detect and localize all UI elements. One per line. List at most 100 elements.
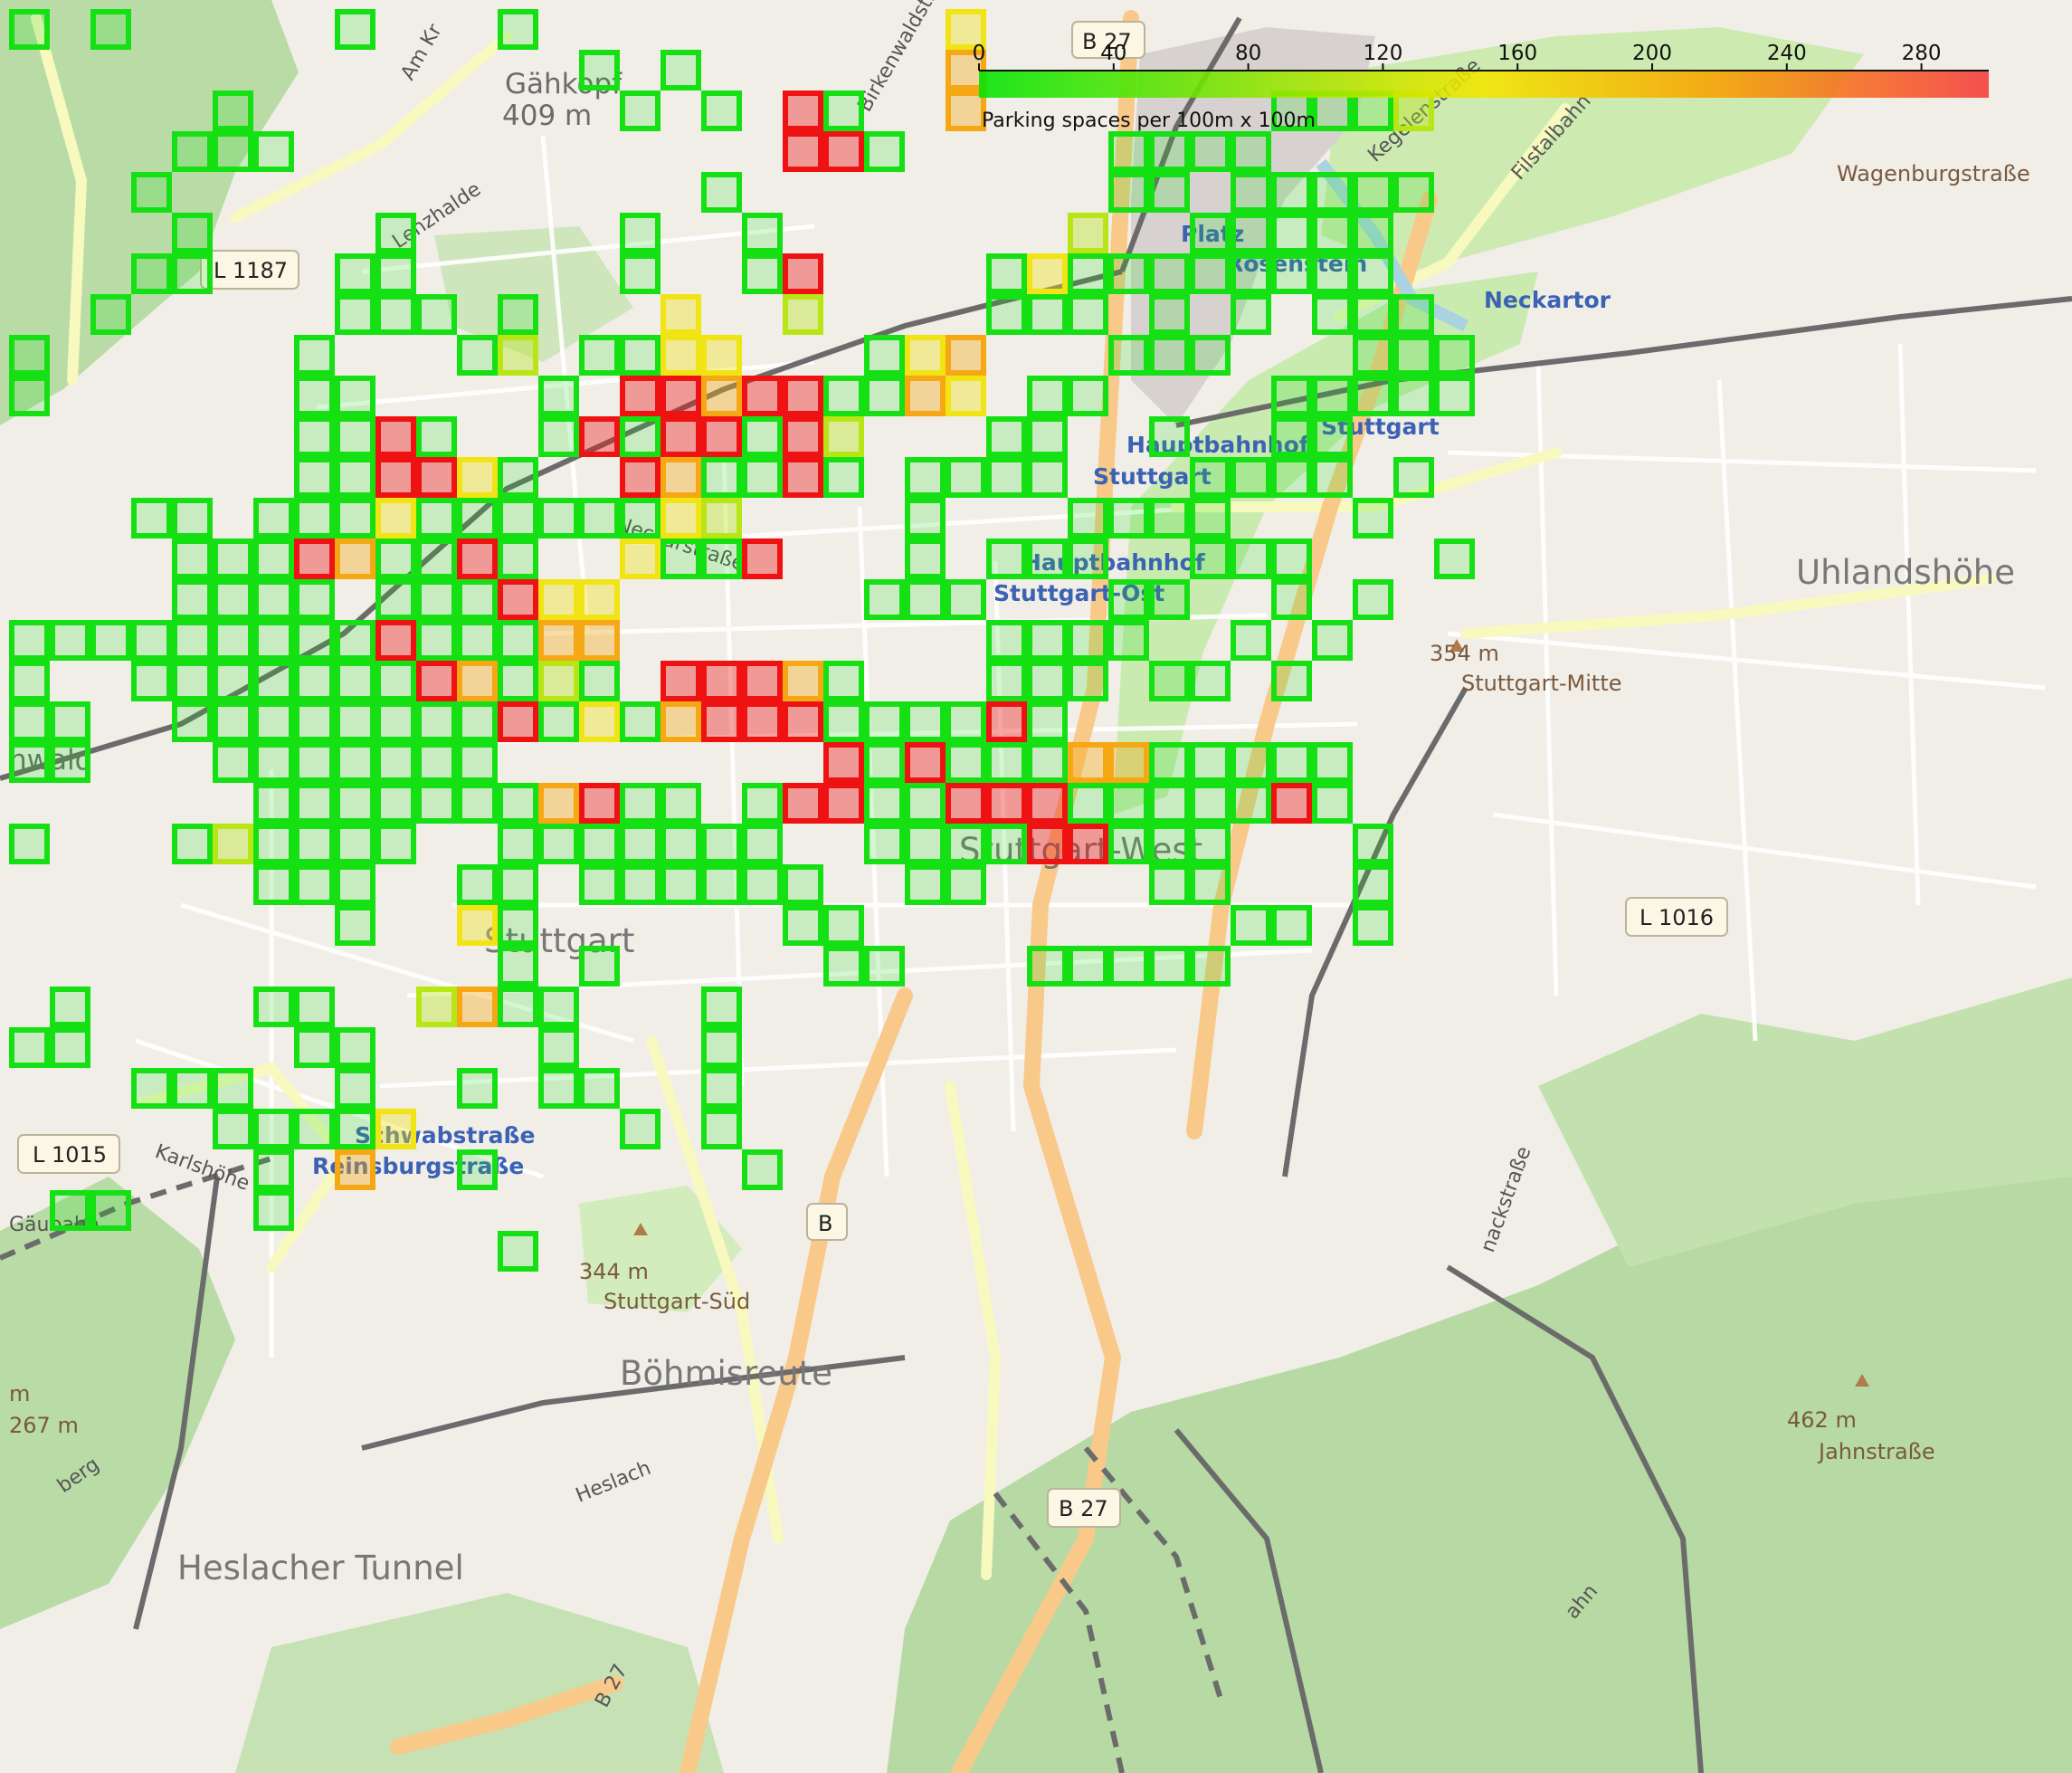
parking-cell-g	[946, 701, 986, 742]
parking-cell-r	[783, 376, 823, 416]
parking-cell-g	[498, 457, 538, 498]
label-uhlandshohe-ele: Stuttgart-Mitte	[1461, 671, 1622, 696]
parking-cell-g	[1231, 253, 1271, 294]
parking-cell-g	[986, 824, 1027, 864]
parking-cell-r	[701, 416, 742, 457]
parking-cell-g	[905, 498, 946, 539]
parking-cell-g	[701, 172, 742, 213]
parking-cell-g	[416, 783, 457, 824]
parking-cell-g	[294, 824, 335, 864]
parking-cell-r	[823, 131, 864, 172]
parking-cell-g	[620, 1109, 661, 1149]
parking-cell-o	[457, 987, 498, 1027]
parking-cell-r	[905, 742, 946, 783]
parking-cell-y	[1393, 91, 1434, 131]
parking-cell-o	[661, 701, 701, 742]
parking-cell-g	[335, 253, 375, 294]
parking-cell-y	[213, 824, 253, 864]
parking-cell-r	[1271, 783, 1312, 824]
parking-cell-g	[416, 539, 457, 579]
parking-cell-g	[579, 661, 620, 701]
parking-cell-g	[50, 701, 90, 742]
parking-cell-g	[1068, 498, 1108, 539]
label-gahkopf-ele: 409 m	[502, 100, 592, 132]
parking-cell-g	[1271, 905, 1312, 946]
parking-cell-g	[253, 1109, 294, 1149]
parking-cell-g	[864, 824, 905, 864]
parking-cell-r	[783, 91, 823, 131]
parking-cell-g	[946, 864, 986, 905]
parking-cell-g	[1353, 905, 1393, 946]
label-ele-267: Wagenburgstraße	[1837, 161, 2030, 186]
parking-cell-r	[742, 701, 783, 742]
parking-cell-g	[1393, 376, 1434, 416]
parking-cell-g	[620, 824, 661, 864]
parking-cell-g	[253, 742, 294, 783]
parking-cell-g	[1271, 376, 1312, 416]
parking-cell-g	[498, 1231, 538, 1272]
parking-cell-g	[742, 213, 783, 253]
parking-cell-g	[457, 783, 498, 824]
parking-cell-g	[1027, 701, 1068, 742]
parking-cell-y	[538, 661, 579, 701]
parking-cell-g	[253, 1149, 294, 1190]
parking-cell-g	[579, 824, 620, 864]
parking-cell-r	[823, 783, 864, 824]
parking-cell-g	[823, 701, 864, 742]
parking-cell-g	[172, 620, 213, 661]
parking-cell-g	[9, 376, 50, 416]
svg-text:L 1187: L 1187	[214, 258, 288, 283]
parking-cell-g	[90, 620, 131, 661]
parking-cell-g	[294, 987, 335, 1027]
colorbar-tick-label: 0	[973, 42, 986, 65]
parking-cell-o	[946, 91, 986, 131]
parking-cell-g	[498, 498, 538, 539]
parking-cell-g	[620, 91, 661, 131]
parking-cell-g	[1393, 335, 1434, 376]
parking-cell-g	[375, 294, 416, 335]
parking-cell-g	[1027, 661, 1068, 701]
parking-cell-g	[335, 783, 375, 824]
parking-cell-g	[253, 498, 294, 539]
parking-cell-g	[90, 1190, 131, 1231]
svg-text:B 27: B 27	[1059, 1496, 1108, 1521]
parking-cell-r	[620, 457, 661, 498]
label-stuttgart-ost: Uhlandshöhe	[1796, 553, 2015, 592]
parking-cell-g	[783, 905, 823, 946]
parking-cell-g	[1353, 864, 1393, 905]
parking-cell-g	[1231, 131, 1271, 172]
parking-cell-g	[661, 824, 701, 864]
parking-cell-g	[823, 91, 864, 131]
parking-cell-g	[294, 457, 335, 498]
parking-cell-g	[457, 579, 498, 620]
parking-cell-g	[131, 620, 172, 661]
parking-cell-g	[1231, 172, 1271, 213]
parking-cell-g	[905, 457, 946, 498]
shield-b-south: B	[806, 1203, 848, 1241]
parking-cell-g	[1149, 172, 1190, 213]
parking-cell-g	[335, 701, 375, 742]
parking-cell-g	[1149, 498, 1190, 539]
parking-cell-g	[375, 783, 416, 824]
parking-cell-g	[457, 742, 498, 783]
parking-cell-g	[253, 864, 294, 905]
parking-cell-g	[1271, 253, 1312, 294]
parking-cell-g	[1434, 335, 1475, 376]
parking-cell-g	[172, 579, 213, 620]
label-karlshohe-ele: Stuttgart-Süd	[604, 1289, 750, 1314]
parking-cell-g	[172, 1068, 213, 1109]
parking-cell-yl	[579, 579, 620, 620]
parking-cell-g	[742, 253, 783, 294]
parking-cell-g	[579, 864, 620, 905]
parking-cell-g	[864, 783, 905, 824]
label-berg: m	[9, 1381, 30, 1406]
parking-cell-g	[50, 1027, 90, 1068]
parking-cell-g	[742, 783, 783, 824]
parking-cell-g	[1312, 783, 1353, 824]
parking-cell-g	[1108, 620, 1149, 661]
parking-cell-g	[579, 335, 620, 376]
parking-cell-g	[375, 661, 416, 701]
parking-cell-r	[661, 661, 701, 701]
parking-cell-y	[701, 498, 742, 539]
parking-density-map[interactable]: Gähkopf 409 m Lenzhalde Am Kr Birkenwald…	[0, 0, 2072, 1773]
